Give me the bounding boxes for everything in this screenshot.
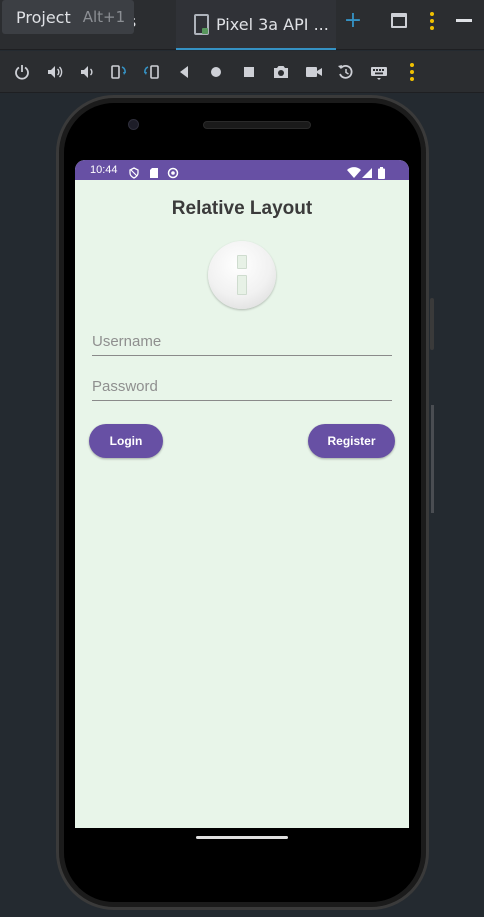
volume-down-icon[interactable] (77, 62, 97, 82)
tooltip-label: Project (16, 7, 71, 27)
page-title: Relative Layout (171, 198, 313, 219)
phone-power-button[interactable] (430, 298, 434, 350)
rotate-left-icon[interactable] (109, 62, 129, 82)
navigation-bar (75, 828, 409, 864)
login-button[interactable]: Login (89, 424, 163, 458)
status-bar: 10:44 (75, 160, 409, 180)
wifi-icon (347, 164, 361, 183)
overview-icon[interactable] (239, 62, 259, 82)
volume-up-icon[interactable] (45, 62, 65, 82)
android-icon (167, 164, 179, 183)
tooltip-shortcut: Alt+1 (82, 8, 126, 26)
device-icon (194, 14, 209, 35)
keyboard-icon[interactable] (369, 62, 389, 82)
emulator-toolbar (0, 51, 484, 93)
add-device-button[interactable]: + (342, 8, 364, 34)
sd-card-icon (149, 164, 159, 183)
more-icon[interactable] (409, 63, 415, 81)
username-field[interactable] (92, 330, 392, 356)
phone-volume-button[interactable] (431, 405, 434, 513)
home-gesture-pill[interactable] (196, 836, 288, 839)
minimize-button[interactable] (456, 19, 472, 22)
front-camera (128, 119, 139, 130)
back-icon[interactable] (174, 62, 194, 82)
tab-pixel-3a[interactable]: Pixel 3a API ... (176, 0, 336, 50)
tab-label: Pixel 3a API ... (216, 14, 329, 34)
phone-screen[interactable]: 10:44 Relative Layout Login Register (75, 160, 409, 828)
window-mode-button[interactable] (391, 13, 407, 28)
screen-record-icon[interactable] (304, 62, 324, 82)
power-icon[interactable] (12, 62, 32, 82)
ide-tab-bar: es Project Alt+1 Pixel 3a API ... + (0, 0, 484, 50)
battery-icon (378, 164, 385, 183)
dnd-icon (128, 164, 140, 183)
status-time: 10:44 (90, 164, 118, 176)
project-tooltip: Project Alt+1 (2, 0, 134, 34)
screenshot-icon[interactable] (271, 62, 291, 82)
home-icon[interactable] (206, 62, 226, 82)
info-logo-icon (208, 241, 276, 309)
tabs-menu-button[interactable] (429, 12, 435, 30)
snapshot-icon[interactable] (336, 62, 356, 82)
password-field[interactable] (92, 375, 392, 401)
register-button[interactable]: Register (308, 424, 395, 458)
rotate-right-icon[interactable] (141, 62, 161, 82)
signal-icon (362, 164, 373, 183)
earpiece-speaker (203, 121, 311, 129)
